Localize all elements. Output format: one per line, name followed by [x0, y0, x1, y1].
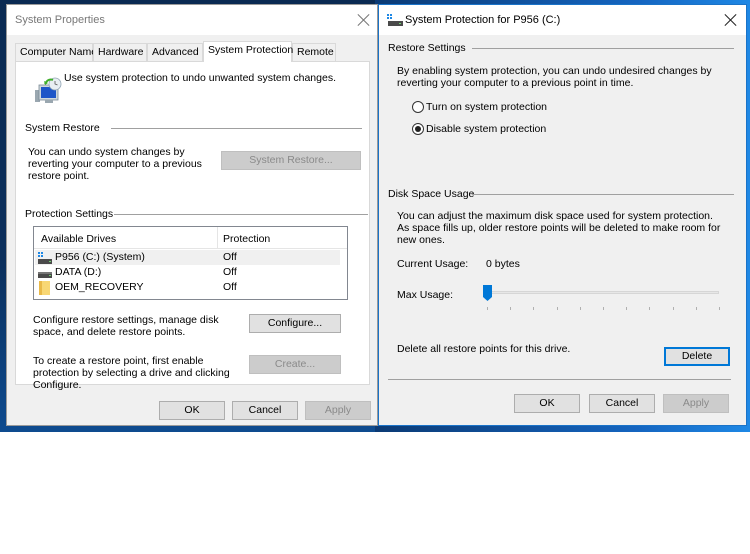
apply-button[interactable]: Apply	[305, 401, 371, 420]
ok-button[interactable]: OK	[159, 401, 225, 420]
column-header-available-drives[interactable]: Available Drives	[41, 233, 116, 245]
system-drive-icon	[387, 14, 403, 26]
drive-protection-status: Off	[223, 251, 237, 263]
radio-label: Turn on system protection	[426, 101, 547, 113]
group-divider	[111, 128, 362, 129]
column-header-protection[interactable]: Protection	[223, 233, 270, 245]
drive-row[interactable]: DATA (D:) Off	[35, 265, 340, 280]
slider-track[interactable]	[487, 291, 719, 294]
slider-tick	[719, 307, 720, 310]
turn-on-protection-radio[interactable]: Turn on system protection	[412, 101, 547, 113]
delete-description: Delete all restore points for this drive…	[397, 343, 571, 355]
slider-tick	[533, 307, 535, 310]
restore-settings-description: By enabling system protection, you can u…	[397, 65, 712, 89]
tab-advanced[interactable]: Advanced	[147, 43, 203, 61]
ok-button[interactable]: OK	[514, 394, 580, 413]
disable-protection-radio[interactable]: Disable system protection	[412, 123, 546, 135]
system-protection-icon	[35, 77, 62, 103]
system-restore-button[interactable]: System Restore...	[221, 151, 361, 170]
drive-icon	[38, 272, 52, 278]
tab-hardware[interactable]: Hardware	[93, 43, 147, 61]
list-header: Available Drives Protection	[34, 227, 347, 249]
window-title: System Protection for P956 (C:)	[405, 14, 561, 26]
slider-tick	[626, 307, 628, 310]
configure-button[interactable]: Configure...	[249, 314, 341, 333]
column-separator[interactable]	[217, 227, 218, 249]
tab-system-protection[interactable]: System Protection	[203, 41, 293, 62]
current-usage-label: Current Usage:	[397, 258, 469, 270]
disk-space-description: You can adjust the maximum disk space us…	[397, 210, 721, 246]
restore-settings-group-label: Restore Settings	[388, 42, 466, 54]
max-usage-slider[interactable]	[483, 285, 723, 310]
window-title: System Properties	[15, 14, 105, 26]
apply-button[interactable]: Apply	[663, 394, 729, 413]
folder-icon	[39, 281, 50, 295]
intro-text: Use system protection to undo unwanted s…	[64, 72, 336, 84]
slider-tick	[672, 307, 674, 310]
group-divider	[472, 48, 734, 49]
available-drives-list[interactable]: Available Drives Protection P956 (C:) (S…	[33, 226, 348, 300]
slider-tick	[487, 307, 488, 310]
close-icon[interactable]	[724, 13, 738, 27]
group-divider	[114, 214, 368, 215]
configure-description: Configure restore settings, manage disk …	[33, 314, 219, 338]
slider-tick	[649, 307, 651, 310]
protection-settings-group-label: Protection Settings	[25, 208, 114, 220]
system-drive-icon	[38, 252, 52, 264]
drive-protection-status: Off	[223, 266, 237, 278]
drive-row[interactable]: P956 (C:) (System) Off	[35, 250, 340, 265]
radio-button[interactable]	[412, 101, 424, 113]
slider-tick	[603, 307, 604, 310]
close-icon[interactable]	[357, 13, 371, 27]
slider-tick	[556, 307, 558, 310]
disk-space-usage-group-label: Disk Space Usage	[388, 188, 475, 200]
drive-name: DATA (D:)	[55, 266, 102, 278]
system-protection-dialog: System Protection for P956 (C:) Restore …	[378, 4, 747, 426]
create-description: To create a restore point, first enable …	[33, 355, 230, 391]
tab-computer-name[interactable]: Computer Name	[15, 43, 97, 61]
drive-protection-status: Off	[223, 281, 237, 293]
radio-label: Disable system protection	[426, 123, 547, 135]
cancel-button[interactable]: Cancel	[589, 394, 655, 413]
title-bar: System Protection for P956 (C:)	[379, 5, 746, 35]
footer-divider	[388, 379, 731, 380]
current-usage-value: 0 bytes	[486, 258, 520, 270]
slider-tick	[695, 307, 697, 310]
max-usage-label: Max Usage:	[397, 289, 454, 301]
drive-name: OEM_RECOVERY	[55, 281, 144, 293]
radio-button-checked[interactable]	[412, 123, 424, 135]
system-restore-group-label: System Restore	[25, 122, 100, 134]
drive-row[interactable]: OEM_RECOVERY Off	[35, 280, 340, 295]
title-bar: System Properties	[7, 5, 377, 35]
system-restore-description: You can undo system changes by reverting…	[28, 146, 202, 182]
create-button[interactable]: Create...	[249, 355, 341, 374]
tab-remote[interactable]: Remote	[292, 43, 336, 61]
system-properties-window: System Properties Computer Name Hardware…	[6, 4, 378, 426]
drive-name: P956 (C:) (System)	[55, 251, 145, 263]
cancel-button[interactable]: Cancel	[232, 401, 298, 420]
slider-tick	[510, 307, 512, 310]
delete-button[interactable]: Delete	[664, 347, 730, 366]
system-protection-panel: Use system protection to undo unwanted s…	[15, 61, 370, 391]
slider-tick	[579, 307, 581, 310]
slider-thumb[interactable]	[483, 285, 492, 301]
group-divider	[472, 194, 734, 195]
